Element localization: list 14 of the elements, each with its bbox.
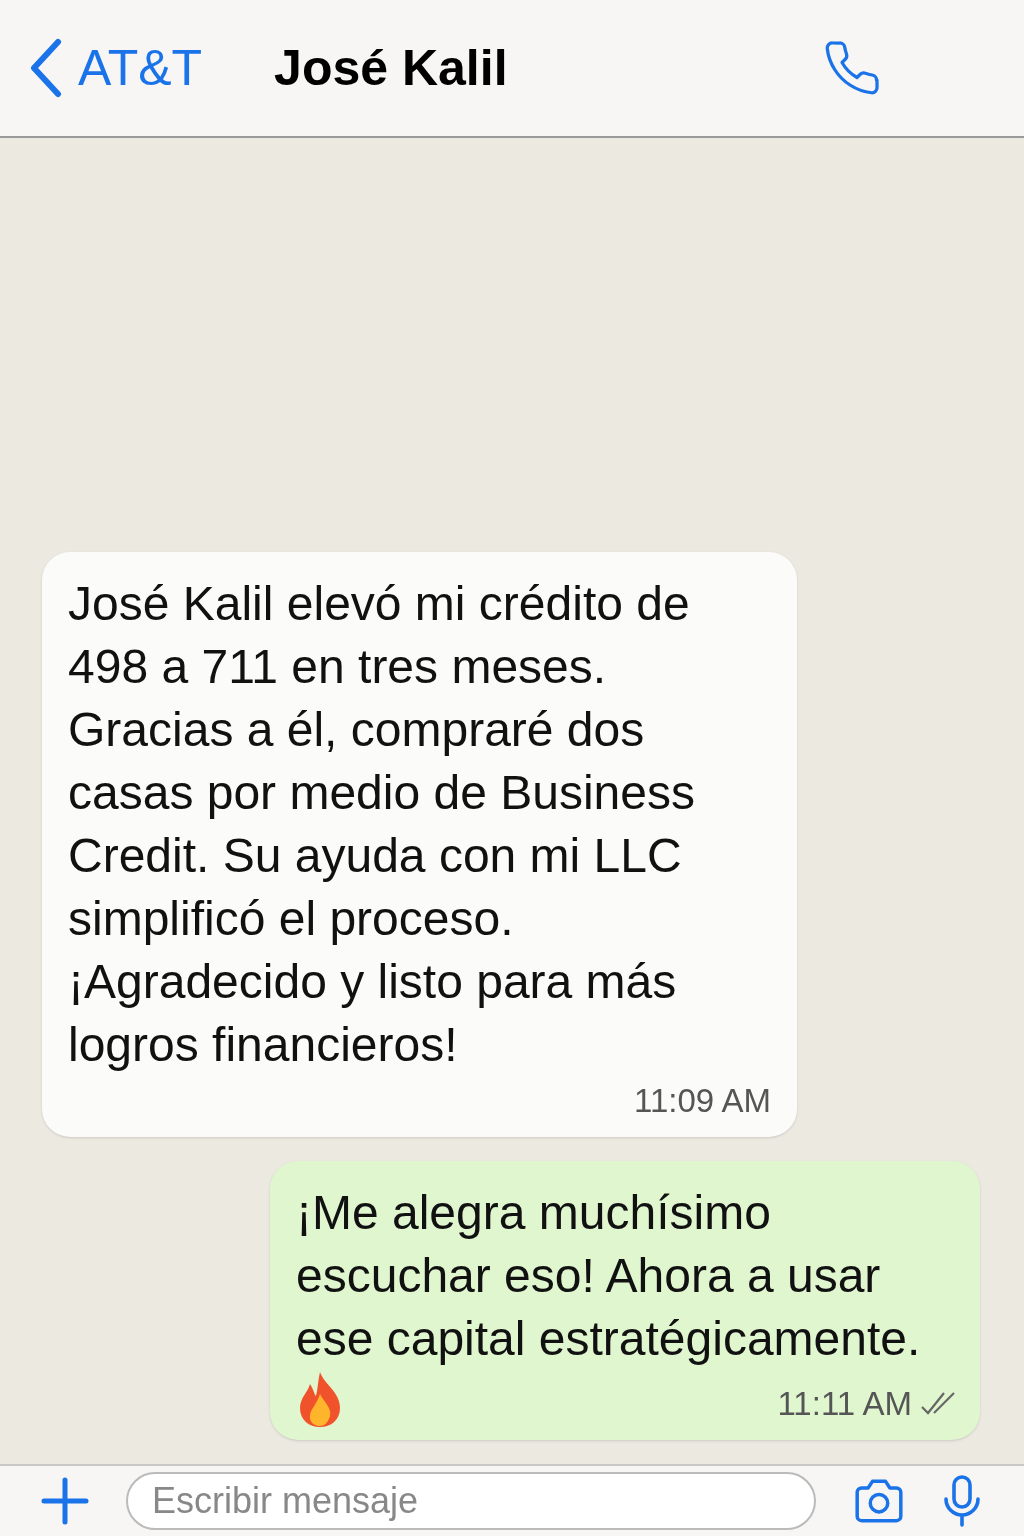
microphone-icon [942, 1475, 982, 1527]
plus-icon [40, 1476, 90, 1526]
camera-button[interactable] [852, 1477, 906, 1525]
message-input-field[interactable]: Escribir mensaje [126, 1472, 816, 1530]
microphone-button[interactable] [942, 1475, 982, 1527]
back-icon [28, 38, 64, 98]
message-text: José Kalil elevó mi crédito de 498 a 711 en tres meses. Gracias a él, compraré dos casas por medio de Business Credit. Su ayuda con mi LLC simplificó el proceso. ¡Agradecido y listo para más logros financieros! [68, 575, 696, 1073]
back-button[interactable]: AT&T [28, 30, 203, 106]
message-time: 11:11 AM [777, 1383, 912, 1424]
contact-name: José Kalil [274, 38, 508, 98]
message-text: ¡Me alegra muchísimo escuchar eso! Ahora a usar ese capital estratégicamente. [296, 1185, 922, 1367]
add-button[interactable] [40, 1476, 90, 1526]
message-time: 11:09 AM [634, 1080, 771, 1121]
camera-icon [852, 1477, 906, 1525]
